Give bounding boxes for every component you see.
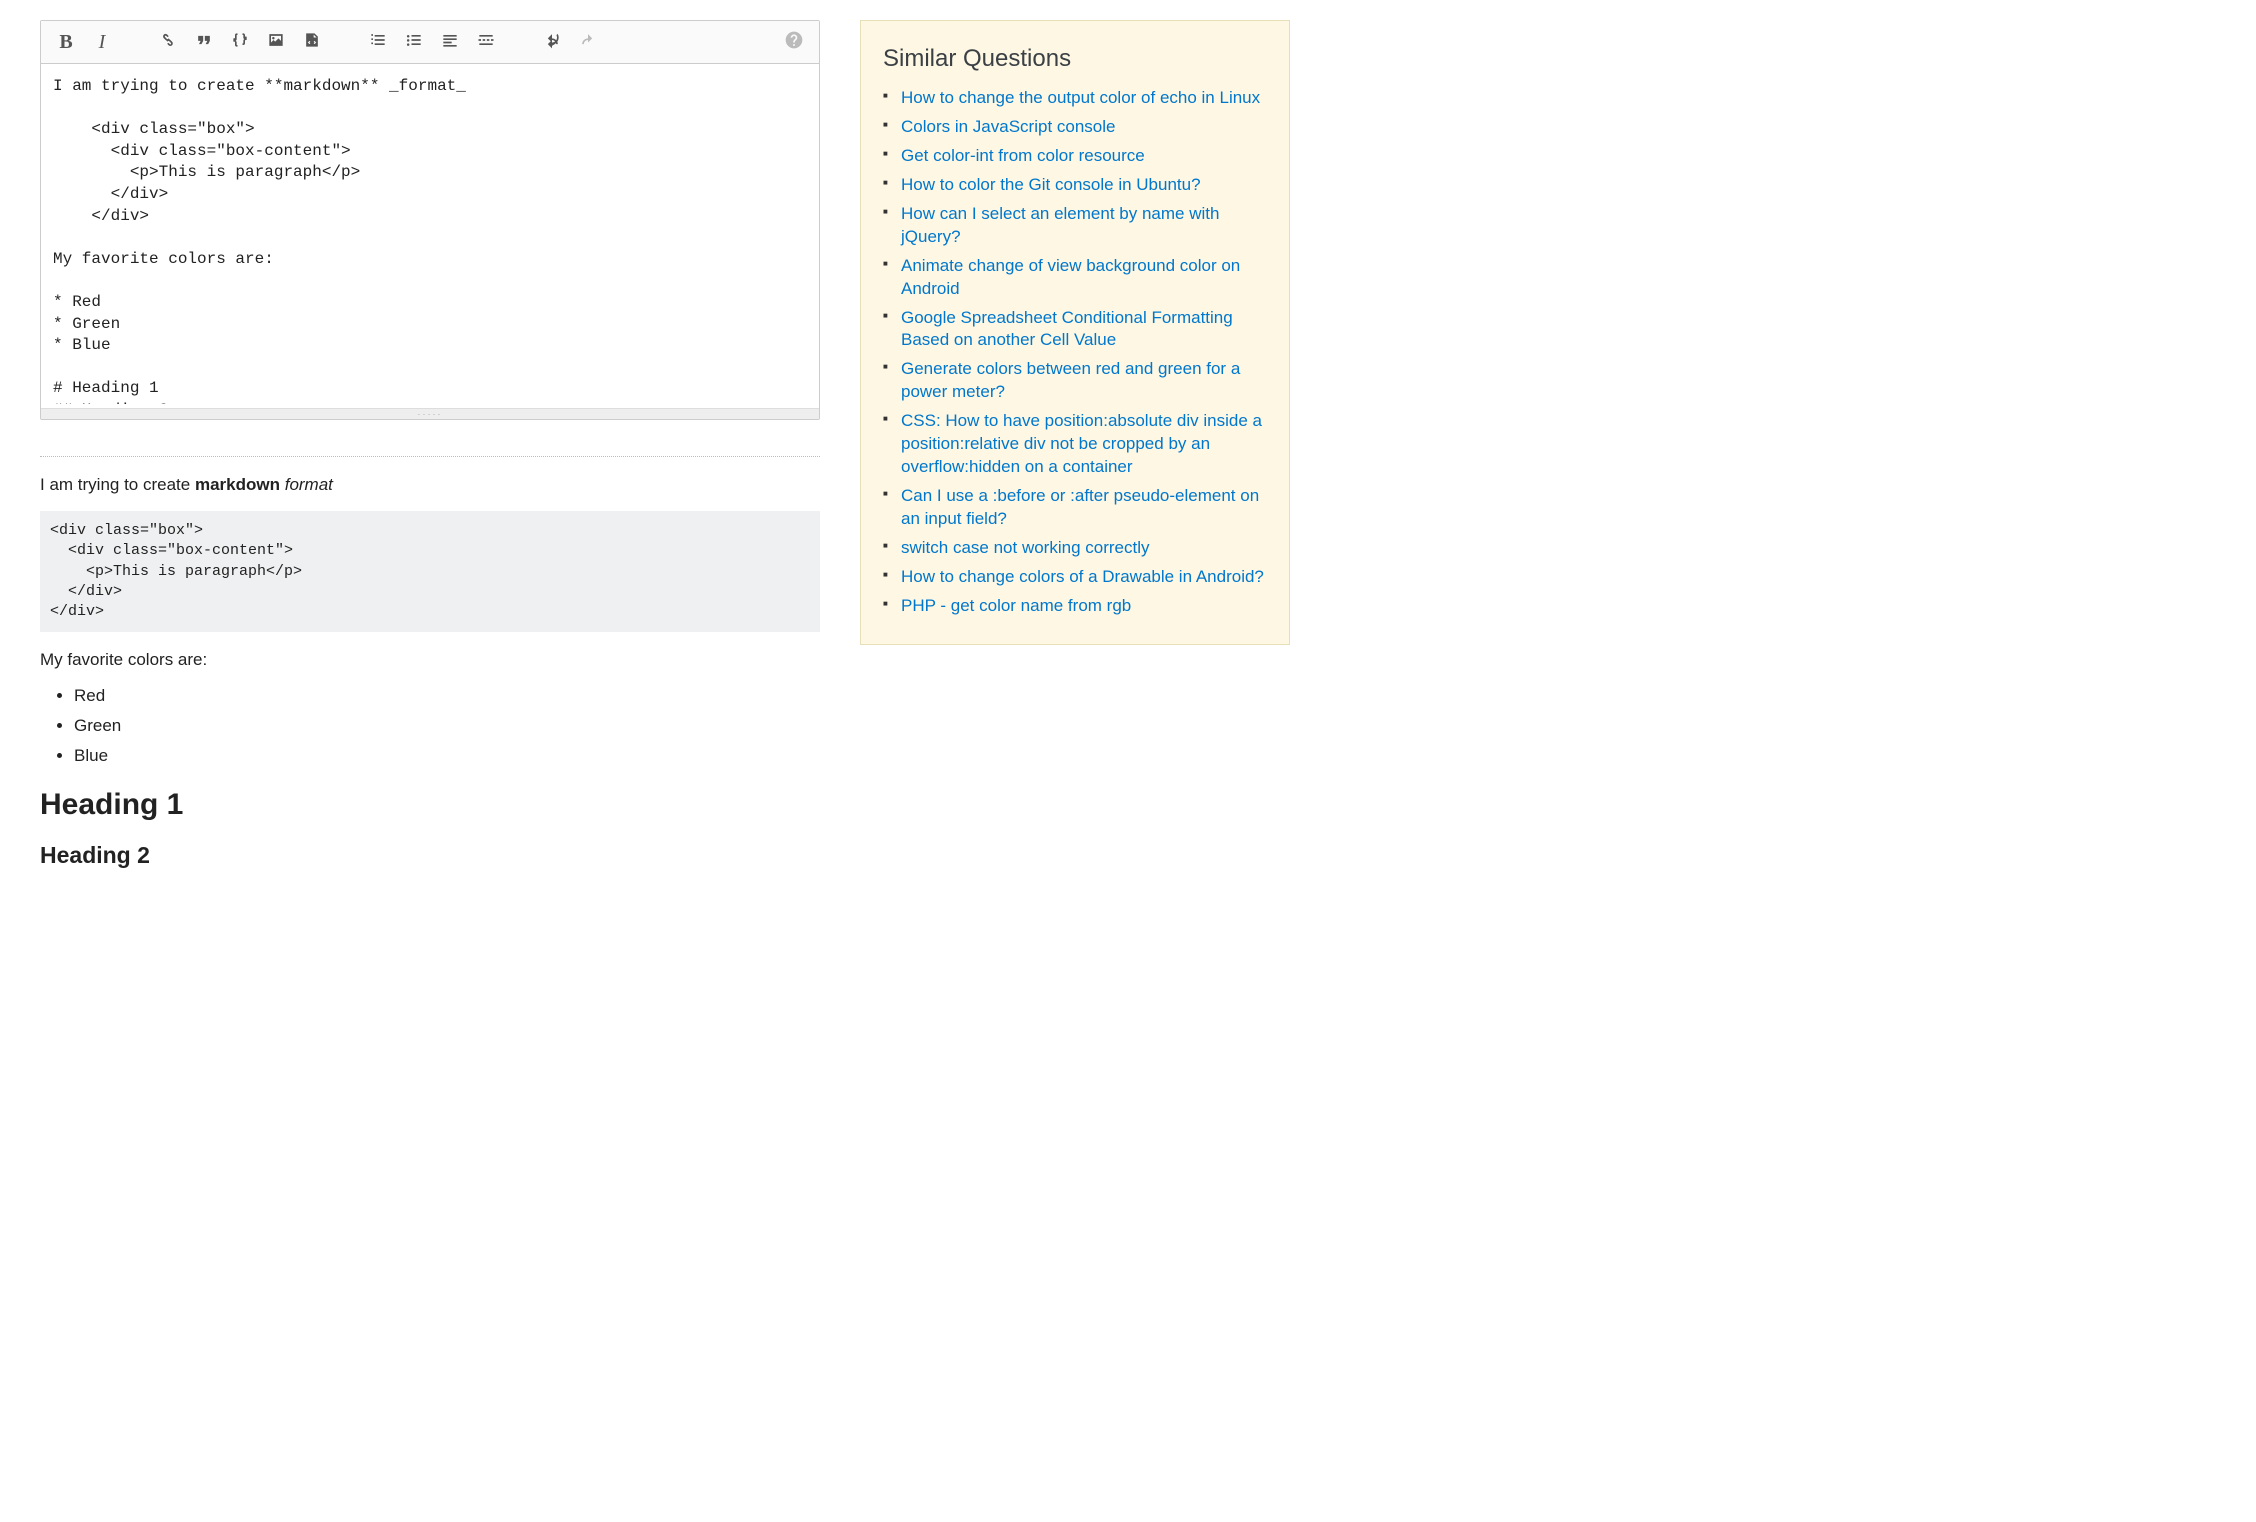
similar-question-link[interactable]: Get color-int from color resource bbox=[901, 146, 1145, 165]
undo-button[interactable] bbox=[535, 25, 569, 59]
list-item: Red bbox=[74, 686, 820, 706]
unordered-list-icon bbox=[404, 30, 424, 54]
bullet-list-button[interactable] bbox=[397, 25, 431, 59]
heading-icon bbox=[440, 30, 460, 54]
similar-questions-list: How to change the output color of echo i… bbox=[883, 87, 1267, 618]
markdown-editor: B I bbox=[40, 20, 820, 420]
help-icon bbox=[784, 30, 804, 54]
resize-grippie[interactable]: ····· bbox=[41, 408, 819, 419]
similar-question-link[interactable]: How to change colors of a Drawable in An… bbox=[901, 567, 1264, 586]
preview-color-list: Red Green Blue bbox=[46, 686, 820, 766]
image-icon bbox=[266, 30, 286, 54]
code-snippet-icon bbox=[302, 30, 322, 54]
redo-icon bbox=[578, 30, 598, 54]
italic-button[interactable]: I bbox=[85, 25, 119, 59]
similar-question-link[interactable]: Google Spreadsheet Conditional Formattin… bbox=[901, 308, 1233, 350]
quote-icon bbox=[194, 30, 214, 54]
bold-button[interactable]: B bbox=[49, 25, 83, 59]
preview-heading-1: Heading 1 bbox=[40, 788, 820, 822]
preview-intro-bold: markdown bbox=[195, 475, 280, 494]
link-icon bbox=[158, 30, 178, 54]
similar-question-link[interactable]: switch case not working correctly bbox=[901, 538, 1149, 557]
braces-icon bbox=[230, 30, 250, 54]
preview-heading-2: Heading 2 bbox=[40, 842, 820, 869]
preview-codeblock: <div class="box"> <div class="box-conten… bbox=[40, 511, 820, 632]
image-button[interactable] bbox=[259, 25, 293, 59]
preview-list-intro: My favorite colors are: bbox=[40, 650, 820, 670]
numbered-list-button[interactable] bbox=[361, 25, 395, 59]
similar-questions-title: Similar Questions bbox=[883, 45, 1267, 73]
preview-intro-prefix: I am trying to create bbox=[40, 475, 195, 494]
horizontal-rule-button[interactable] bbox=[469, 25, 503, 59]
similar-question-link[interactable]: How can I select an element by name with… bbox=[901, 204, 1219, 246]
blockquote-button[interactable] bbox=[187, 25, 221, 59]
similar-question-link[interactable]: How to color the Git console in Ubuntu? bbox=[901, 175, 1201, 194]
redo-button[interactable] bbox=[571, 25, 605, 59]
hr-icon bbox=[476, 30, 496, 54]
similar-question-link[interactable]: Can I use a :before or :after pseudo-ele… bbox=[901, 486, 1259, 528]
similar-question-link[interactable]: Animate change of view background color … bbox=[901, 256, 1240, 298]
snippet-button[interactable] bbox=[295, 25, 329, 59]
link-button[interactable] bbox=[151, 25, 185, 59]
undo-icon bbox=[542, 30, 562, 54]
help-button[interactable] bbox=[777, 25, 811, 59]
preview-intro-italic: format bbox=[285, 475, 333, 494]
editor-preview-divider bbox=[40, 456, 820, 457]
similar-question-link[interactable]: CSS: How to have position:absolute div i… bbox=[901, 411, 1262, 476]
ordered-list-icon bbox=[368, 30, 388, 54]
similar-question-link[interactable]: Colors in JavaScript console bbox=[901, 117, 1115, 136]
markdown-textarea[interactable] bbox=[41, 64, 819, 404]
editor-toolbar: B I bbox=[41, 21, 819, 64]
similar-questions-panel: Similar Questions How to change the outp… bbox=[860, 20, 1290, 645]
similar-question-link[interactable]: PHP - get color name from rgb bbox=[901, 596, 1131, 615]
similar-question-link[interactable]: How to change the output color of echo i… bbox=[901, 88, 1260, 107]
markdown-preview: I am trying to create markdown format <d… bbox=[40, 475, 820, 869]
similar-question-link[interactable]: Generate colors between red and green fo… bbox=[901, 359, 1240, 401]
preview-intro: I am trying to create markdown format bbox=[40, 475, 820, 495]
list-item: Green bbox=[74, 716, 820, 736]
list-item: Blue bbox=[74, 746, 820, 766]
heading-button[interactable] bbox=[433, 25, 467, 59]
code-button[interactable] bbox=[223, 25, 257, 59]
